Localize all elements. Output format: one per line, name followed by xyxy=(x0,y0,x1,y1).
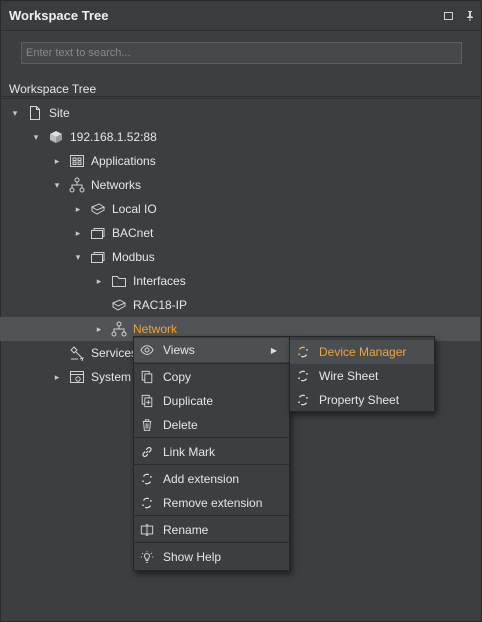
maximize-button[interactable] xyxy=(437,5,459,27)
trash-icon xyxy=(139,417,155,433)
tree-label: Interfaces xyxy=(133,274,186,288)
tree-row-modbus[interactable]: ▾ Modbus xyxy=(0,245,480,269)
chevron-right-icon[interactable]: ▸ xyxy=(51,372,63,383)
tree-row-bacnet[interactable]: ▸ BACnet xyxy=(0,221,480,245)
menu-item-label: Wire Sheet xyxy=(319,369,379,383)
menu-item-add-extension[interactable]: Add extension xyxy=(134,467,289,491)
divider xyxy=(0,98,480,99)
menu-item-label: Remove extension xyxy=(163,496,263,510)
chevron-down-icon[interactable]: ▾ xyxy=(72,252,84,263)
chevron-right-icon[interactable]: ▸ xyxy=(72,228,84,239)
tree-label: RAC18-IP xyxy=(133,298,188,312)
pin-button[interactable] xyxy=(459,5,481,27)
chevron-right-icon[interactable]: ▸ xyxy=(93,276,105,287)
tree-label: Site xyxy=(49,106,70,120)
menu-separator xyxy=(134,464,289,465)
menu-item-label: Delete xyxy=(163,418,198,432)
submenu-item-property-sheet[interactable]: Property Sheet xyxy=(290,388,434,412)
chevron-right-icon[interactable]: ▸ xyxy=(51,156,63,167)
tree-row-networks[interactable]: ▾ Networks xyxy=(0,173,480,197)
tree-label: BACnet xyxy=(112,226,154,240)
menu-item-label: Views xyxy=(163,343,195,357)
services-icon xyxy=(69,345,85,361)
menu-item-copy[interactable]: Copy xyxy=(134,365,289,389)
link-icon xyxy=(139,444,155,460)
panel-title: Workspace Tree xyxy=(9,8,109,23)
menu-item-duplicate[interactable]: Duplicate xyxy=(134,389,289,413)
chevron-down-icon[interactable]: ▾ xyxy=(9,108,21,119)
menu-separator xyxy=(134,542,289,543)
pin-icon xyxy=(467,10,473,21)
rename-icon xyxy=(139,522,155,538)
menu-item-views[interactable]: Views ▶ xyxy=(134,338,289,362)
submenu-item-wire-sheet[interactable]: Wire Sheet xyxy=(290,364,434,388)
extension-icon xyxy=(139,495,155,511)
menu-item-label: Link Mark xyxy=(163,445,216,459)
tree-label: Modbus xyxy=(112,250,155,264)
device-icon xyxy=(111,297,127,313)
tree-row-interfaces[interactable]: ▸ Interfaces xyxy=(0,269,480,293)
stack-icon xyxy=(90,249,106,265)
panel-titlebar: Workspace Tree xyxy=(1,1,481,31)
chevron-right-icon: ▶ xyxy=(270,345,277,355)
network-icon xyxy=(69,177,85,193)
tree-row-local-io[interactable]: ▸ Local IO xyxy=(0,197,480,221)
menu-item-delete[interactable]: Delete xyxy=(134,413,289,437)
menu-separator xyxy=(134,515,289,516)
views-submenu: Device Manager Wire Sheet Property Sheet xyxy=(289,336,435,412)
tree-label: 192.168.1.52:88 xyxy=(70,130,157,144)
tree-label: Networks xyxy=(91,178,142,192)
search-input[interactable] xyxy=(21,42,462,64)
menu-separator xyxy=(134,437,289,438)
tree-row-site[interactable]: ▾ Site xyxy=(0,101,480,125)
tree-label: Network xyxy=(133,322,178,336)
extension-icon xyxy=(139,471,155,487)
server-icon xyxy=(48,129,64,145)
menu-item-remove-extension[interactable]: Remove extension xyxy=(134,491,289,515)
duplicate-icon xyxy=(139,393,155,409)
view-icon xyxy=(295,392,311,408)
network-icon xyxy=(111,321,127,337)
tree-row-server[interactable]: ▾ 192.168.1.52:88 xyxy=(0,125,480,149)
menu-item-label: Property Sheet xyxy=(319,393,400,407)
chevron-right-icon[interactable]: ▸ xyxy=(72,204,84,215)
tree-label: System xyxy=(91,370,132,384)
help-icon xyxy=(139,549,155,565)
stack-icon xyxy=(90,225,106,241)
tree-row-rac18[interactable]: RAC18-IP xyxy=(0,293,480,317)
view-icon xyxy=(295,344,311,360)
tree-label: Applications xyxy=(91,154,156,168)
view-icon xyxy=(295,368,311,384)
chevron-right-icon[interactable]: ▸ xyxy=(93,324,105,335)
maximize-icon xyxy=(443,11,453,20)
tree-label: Services xyxy=(91,346,138,360)
menu-item-label: Device Manager xyxy=(319,345,407,359)
section-label: Workspace Tree xyxy=(9,82,97,96)
chevron-down-icon[interactable]: ▾ xyxy=(30,132,42,143)
menu-item-label: Show Help xyxy=(163,550,222,564)
submenu-item-device-manager[interactable]: Device Manager xyxy=(290,340,434,364)
chevron-down-icon[interactable]: ▾ xyxy=(51,180,63,191)
system-icon xyxy=(69,369,85,385)
menu-item-label: Copy xyxy=(163,370,192,384)
menu-item-label: Add extension xyxy=(163,472,240,486)
menu-item-label: Rename xyxy=(163,523,209,537)
device-icon xyxy=(90,201,106,217)
context-menu: Views ▶ Copy Duplicate Delete Link Mark … xyxy=(133,336,290,571)
menu-item-rename[interactable]: Rename xyxy=(134,518,289,542)
menu-item-label: Duplicate xyxy=(163,394,214,408)
copy-icon xyxy=(139,369,155,385)
applications-icon xyxy=(69,153,85,169)
tree-row-applications[interactable]: ▸ Applications xyxy=(0,149,480,173)
folder-icon xyxy=(111,273,127,289)
page-icon xyxy=(27,105,43,121)
tree-label: Local IO xyxy=(112,202,157,216)
menu-separator xyxy=(134,363,289,364)
eye-icon xyxy=(139,342,155,358)
menu-item-link-mark[interactable]: Link Mark xyxy=(134,440,289,464)
menu-item-show-help[interactable]: Show Help xyxy=(134,545,289,569)
